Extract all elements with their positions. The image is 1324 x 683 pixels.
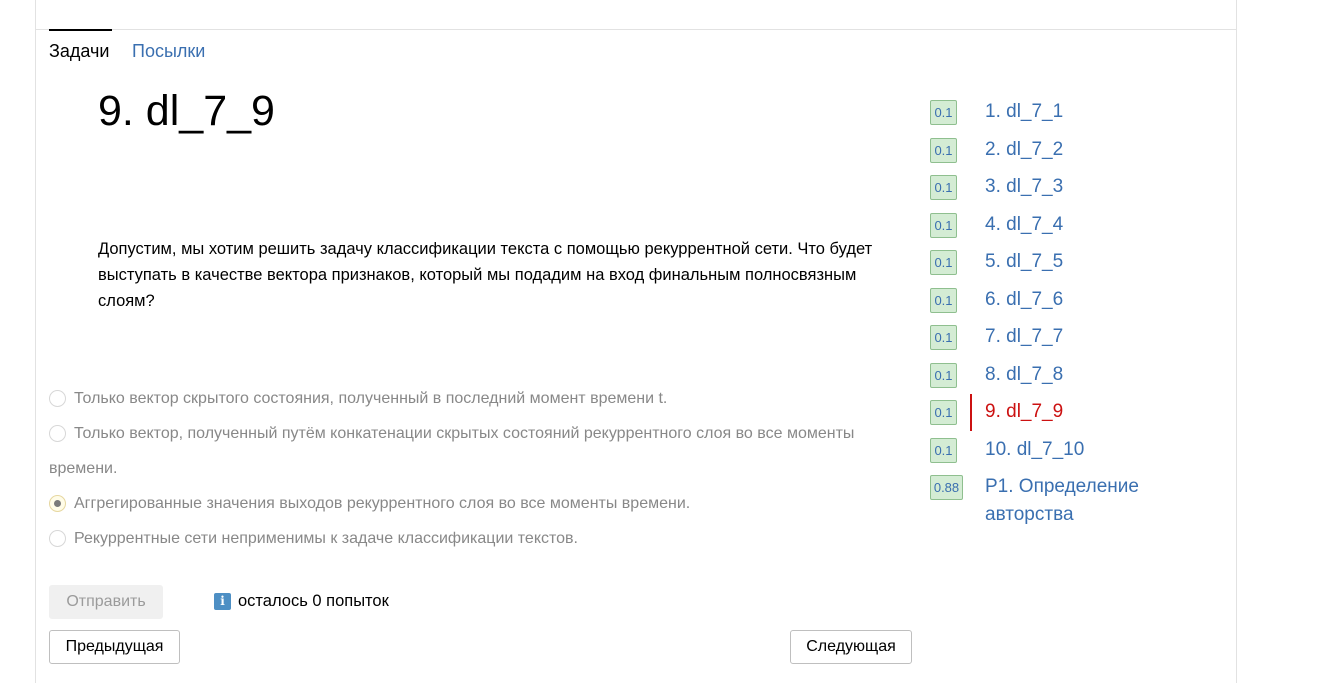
score-badge: 0.1 [930, 325, 957, 350]
score-badge: 0.1 [930, 437, 957, 463]
info-icon: i [214, 593, 231, 610]
previous-button[interactable]: Предыдущая [49, 630, 180, 664]
next-button[interactable]: Следующая [790, 630, 912, 664]
score-badge: 0.1 [930, 287, 957, 313]
option-label-continued: времени. [49, 460, 118, 477]
task-link[interactable]: 5. dl_7_5 [985, 251, 1063, 273]
option-label: Только вектор скрытого состояния, получе… [74, 390, 668, 407]
radio-button[interactable] [49, 425, 66, 442]
score-badge: 0.1 [930, 250, 957, 275]
task-item-p1[interactable]: 0.88 P1. Определение авторства [930, 475, 1190, 525]
task-list: 0.1 1. dl_7_1 0.1 2. dl_7_2 0.1 3. dl_7_… [930, 100, 1190, 525]
option-label: Только вектор, полученный путём конкатен… [74, 425, 855, 442]
score-badge: 0.1 [930, 137, 957, 163]
option-1[interactable]: Только вектор скрытого состояния, получе… [49, 381, 899, 416]
task-item-5[interactable]: 0.1 5. dl_7_5 [930, 250, 1190, 288]
task-link[interactable]: 7. dl_7_7 [985, 326, 1063, 348]
task-title: 9. dl_7_9 [98, 87, 275, 135]
top-divider [35, 29, 1237, 30]
task-link[interactable]: 4. dl_7_4 [985, 214, 1063, 236]
task-item-3[interactable]: 0.1 3. dl_7_3 [930, 175, 1190, 213]
option-label: Аггрегированные значения выходов рекурре… [74, 495, 691, 512]
task-link[interactable]: 9. dl_7_9 [985, 401, 1063, 423]
radio-button[interactable] [49, 530, 66, 547]
task-item-6[interactable]: 0.1 6. dl_7_6 [930, 287, 1190, 326]
task-item-8[interactable]: 0.1 8. dl_7_8 [930, 362, 1190, 401]
attempts-info: i осталось 0 попыток [214, 592, 389, 611]
task-link[interactable]: 2. dl_7_2 [985, 139, 1063, 161]
score-badge: 0.88 [930, 475, 963, 500]
score-badge: 0.1 [930, 100, 957, 125]
task-item-7[interactable]: 0.1 7. dl_7_7 [930, 325, 1190, 363]
task-link[interactable]: 8. dl_7_8 [985, 364, 1063, 386]
task-link[interactable]: 1. dl_7_1 [985, 101, 1063, 123]
task-link[interactable]: P1. Определение авторства [985, 473, 1175, 529]
radio-button-checked[interactable] [49, 495, 66, 512]
task-item-1[interactable]: 0.1 1. dl_7_1 [930, 100, 1190, 138]
submit-button[interactable]: Отправить [49, 585, 163, 619]
option-2[interactable]: Только вектор, полученный путём конкатен… [49, 416, 899, 486]
score-badge: 0.1 [930, 212, 957, 238]
task-link[interactable]: 6. dl_7_6 [985, 289, 1063, 311]
option-4[interactable]: Рекуррентные сети неприменимы к задаче к… [49, 521, 899, 556]
score-badge: 0.1 [930, 175, 957, 200]
task-item-2[interactable]: 0.1 2. dl_7_2 [930, 137, 1190, 176]
answer-options: Только вектор скрытого состояния, получе… [49, 381, 899, 556]
tab-submissions[interactable]: Посылки [132, 41, 205, 62]
task-link[interactable]: 10. dl_7_10 [985, 439, 1084, 461]
score-badge: 0.1 [930, 400, 957, 425]
tab-tasks[interactable]: Задачи [49, 29, 113, 62]
task-link[interactable]: 3. dl_7_3 [985, 176, 1063, 198]
task-item-9-current[interactable]: 0.1 9. dl_7_9 [930, 394, 1190, 438]
task-item-10[interactable]: 0.1 10. dl_7_10 [930, 437, 1190, 476]
task-item-4[interactable]: 0.1 4. dl_7_4 [930, 212, 1190, 251]
score-badge: 0.1 [930, 362, 957, 388]
task-statement: Допустим, мы хотим решить задачу классиф… [98, 240, 873, 310]
option-label: Рекуррентные сети неприменимы к задаче к… [74, 530, 578, 547]
attempts-text: осталось 0 попыток [238, 592, 389, 610]
radio-button[interactable] [49, 390, 66, 407]
option-3[interactable]: Аггрегированные значения выходов рекурре… [49, 486, 899, 521]
